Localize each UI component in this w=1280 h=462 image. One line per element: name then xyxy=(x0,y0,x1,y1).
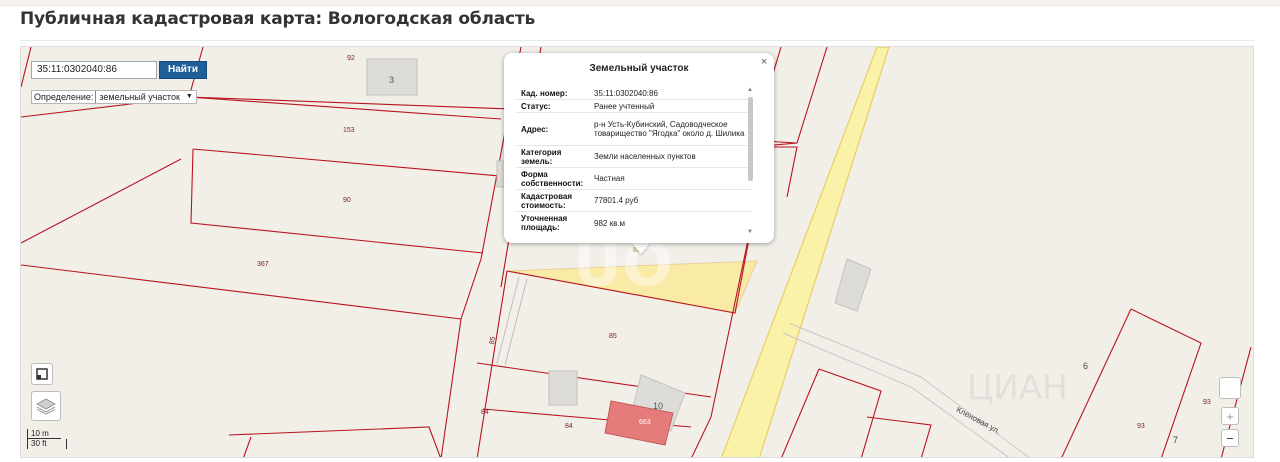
parcel-label: 92 xyxy=(347,55,355,62)
info-value: Земли населенных пунктов xyxy=(594,152,696,161)
parcel-label: 84 xyxy=(565,423,573,430)
parcel-label: 367 xyxy=(257,261,269,268)
parcel-label: 85 xyxy=(609,333,617,340)
parcel-label: 153 xyxy=(343,127,355,134)
layers-icon xyxy=(36,398,56,415)
info-row-category: Категория земель: Земли населенных пункт… xyxy=(516,146,752,168)
info-table: Кад. номер: 35:11:0302040:86 Статус: Ран… xyxy=(516,87,752,233)
scroll-up-icon[interactable]: ▲ xyxy=(747,87,753,93)
info-row-cost: Кадастровая стоимость: 77801.4 руб xyxy=(516,190,752,212)
parcel-info-popup: Земельный участок × Кад. номер: 35:11:03… xyxy=(504,53,774,243)
fullscreen-button[interactable] xyxy=(31,363,53,385)
info-value: 35:11:0302040:86 xyxy=(594,88,658,98)
search-button[interactable]: Найти xyxy=(159,61,207,79)
info-key: Форма собственности: xyxy=(521,170,584,188)
info-row-ownership: Форма собственности: Частная xyxy=(516,168,752,190)
info-key: Уточненная площадь: xyxy=(521,214,568,232)
definition-label: Определение: xyxy=(34,92,94,102)
fullscreen-icon xyxy=(36,368,48,380)
path-line xyxy=(496,276,520,364)
title-divider xyxy=(20,40,1254,41)
parcel-label: 6 xyxy=(1083,361,1089,371)
layers-button[interactable] xyxy=(31,391,61,421)
info-row-cad-number: Кад. номер: 35:11:0302040:86 xyxy=(516,87,752,100)
info-value: р-н Усть-Кубинский, Садоводческое товари… xyxy=(594,120,745,138)
popup-title: Земельный участок xyxy=(589,63,689,74)
scroll-down-icon[interactable]: ▼ xyxy=(747,229,753,235)
watermark: ЦИАН xyxy=(967,368,1068,408)
building xyxy=(834,258,872,312)
parcel-label: 93 xyxy=(1137,423,1145,430)
info-row-status: Статус: Ранее учтенный xyxy=(516,100,752,113)
parcel-label: 93 xyxy=(1203,399,1211,406)
parcel-label: 85 xyxy=(488,336,498,345)
popup-pointer xyxy=(631,242,651,254)
page-title: Публичная кадастровая карта: Вологодская… xyxy=(20,9,536,29)
scale-bar: 10 m 30 ft xyxy=(27,429,87,451)
info-key: Кад. номер: xyxy=(521,89,568,98)
building-label: 663 xyxy=(639,419,651,426)
parcel-label: 84 xyxy=(481,409,489,416)
info-row-area: Уточненная площадь: 982 кв.м xyxy=(516,212,752,233)
parcel-label: 90 xyxy=(343,197,351,204)
info-value: 982 кв.м xyxy=(594,218,626,228)
parcel-label: 7 xyxy=(1173,435,1179,445)
popup-scrollbar[interactable]: ▲ ▼ xyxy=(747,87,754,237)
chevron-down-icon: ▼ xyxy=(185,93,193,100)
close-icon[interactable]: × xyxy=(761,56,767,68)
info-value: 77801.4 руб xyxy=(594,196,639,205)
building-label: 10 xyxy=(653,401,664,411)
scale-meters: 10 m xyxy=(27,429,61,439)
map-mode-button[interactable] xyxy=(1219,377,1241,399)
definition-dropdown[interactable]: земельный участок ▼ xyxy=(95,91,195,103)
building xyxy=(548,370,578,406)
info-key: Адрес: xyxy=(521,124,549,134)
zoom-out-button[interactable]: − xyxy=(1221,429,1239,447)
info-value: Частная xyxy=(594,174,625,183)
info-key: Статус: xyxy=(521,102,551,111)
path-line xyxy=(504,278,528,366)
building-label: 3 xyxy=(389,75,395,85)
info-row-address: Адрес: р-н Усть-Кубинский, Садоводческое… xyxy=(516,113,752,146)
info-value: Ранее учтенный xyxy=(594,101,655,111)
top-strip xyxy=(0,0,1280,6)
info-key: Категория земель: xyxy=(521,148,562,166)
scroll-thumb[interactable] xyxy=(748,97,753,181)
definition-selected: земельный участок xyxy=(99,92,180,102)
cadastral-search-input[interactable]: 35:11:0302040:86 xyxy=(31,61,157,79)
scale-feet: 30 ft xyxy=(27,439,67,449)
map-container[interactable]: UO ЦИАН 92 3 153 90 367 85 85 84 84 86 1… xyxy=(20,46,1254,458)
info-key: Кадастровая стоимость: xyxy=(521,192,573,210)
zoom-in-button[interactable]: + xyxy=(1221,407,1239,425)
definition-selector: Определение: земельный участок ▼ xyxy=(31,90,197,104)
